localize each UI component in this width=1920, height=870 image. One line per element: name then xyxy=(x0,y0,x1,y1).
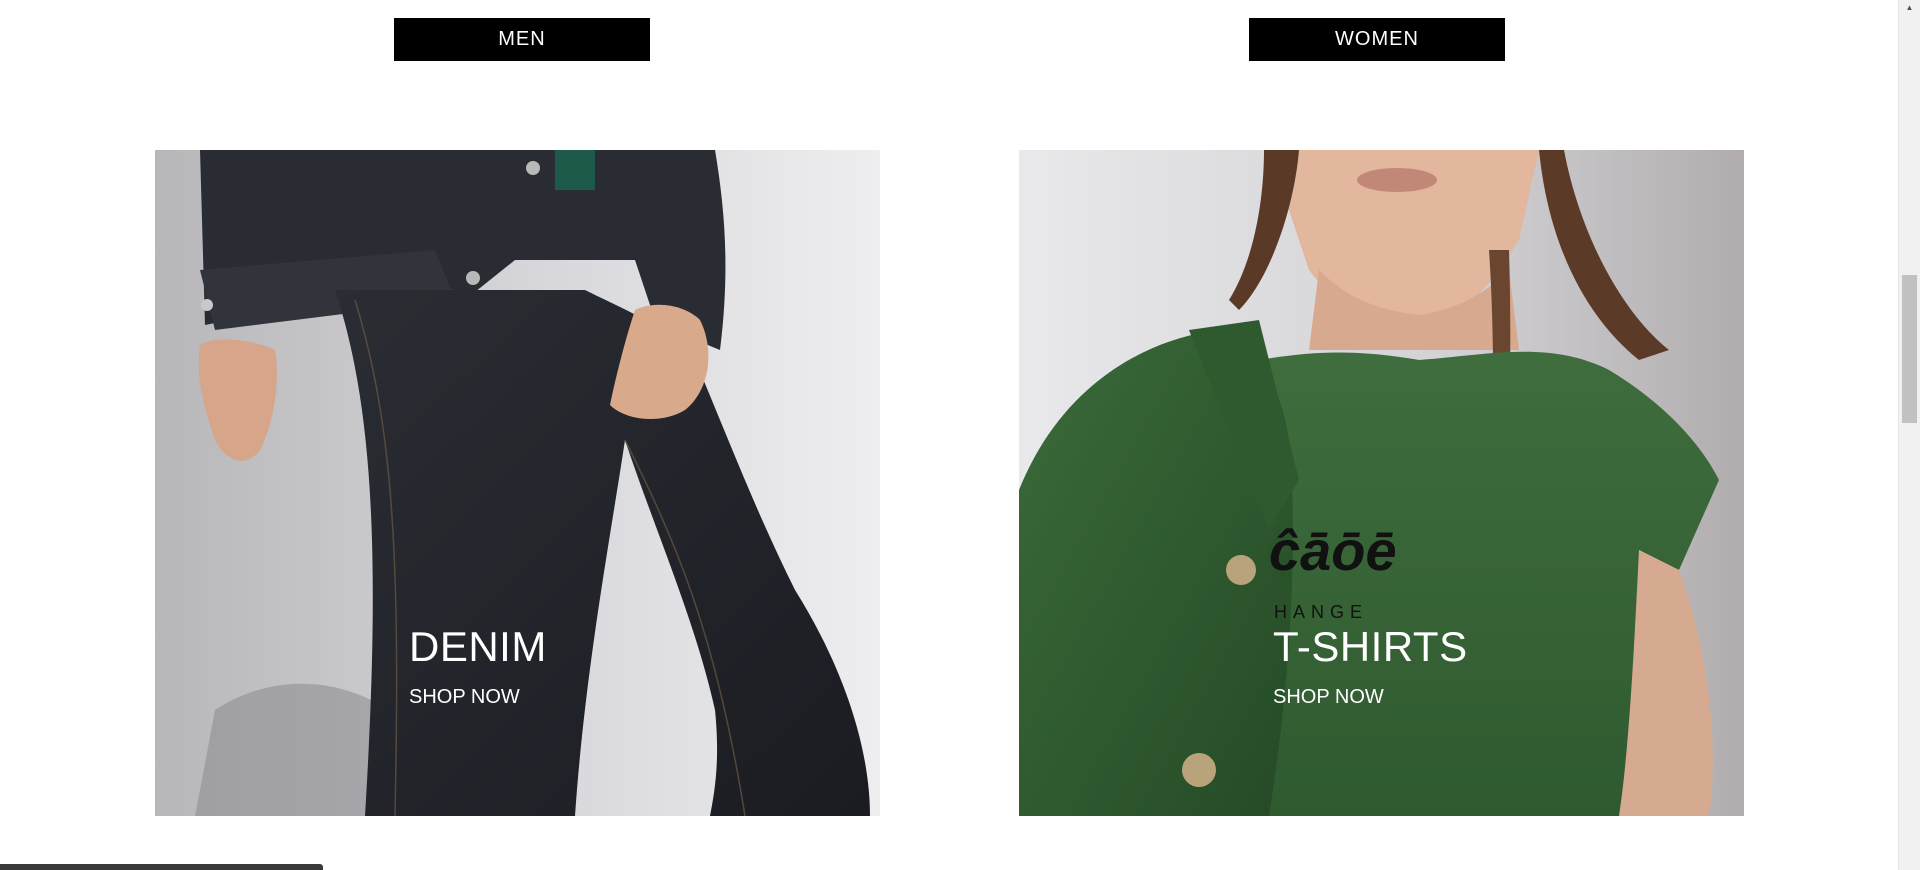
denim-photo xyxy=(155,150,880,816)
tshirts-photo: ĉāōē HANGE xyxy=(1019,150,1744,816)
scroll-thumb[interactable] xyxy=(1902,275,1917,423)
tile-title-tshirts: T-SHIRTS xyxy=(1273,623,1468,670)
scroll-up-arrow-icon[interactable]: ▲ xyxy=(1899,0,1920,14)
page: MEN WOMEN DENIM SHOP NOW ĉāōē HANGE T-SH… xyxy=(0,0,1920,870)
denim-caption: DENIM SHOP NOW xyxy=(409,623,547,709)
tshirts-caption: T-SHIRTS SHOP NOW xyxy=(1273,623,1468,709)
svg-text:HANGE: HANGE xyxy=(1274,602,1368,622)
bottom-overlay-bar xyxy=(0,864,323,870)
tile-title-denim: DENIM xyxy=(409,623,547,670)
denim-promo-tile[interactable]: DENIM SHOP NOW xyxy=(155,150,880,816)
denim-shop-now-link[interactable]: SHOP NOW xyxy=(409,686,547,708)
women-category-button[interactable]: WOMEN xyxy=(1249,18,1505,61)
svg-text:ĉāōē: ĉāōē xyxy=(1269,519,1397,582)
tshirts-promo-tile[interactable]: ĉāōē HANGE T-SHIRTS SHOP NOW xyxy=(1019,150,1744,816)
men-category-button[interactable]: MEN xyxy=(394,18,650,61)
vertical-scrollbar[interactable]: ▲ xyxy=(1898,0,1920,870)
tshirts-shop-now-link[interactable]: SHOP NOW xyxy=(1273,686,1468,708)
